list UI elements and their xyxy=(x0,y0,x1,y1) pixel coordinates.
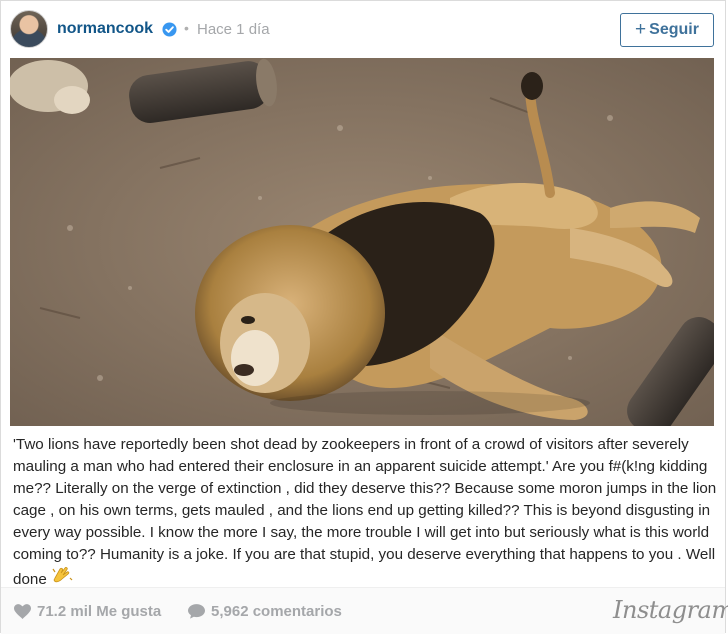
post-footer: 71.2 mil Me gusta 5,962 comentarios Inst… xyxy=(1,587,728,634)
verified-badge-icon xyxy=(162,22,177,37)
lion-photo xyxy=(10,58,714,426)
comments-text: 5,962 comentarios xyxy=(211,603,342,620)
follow-label: Seguir xyxy=(649,21,699,38)
post-photo[interactable] xyxy=(10,58,714,426)
heart-icon[interactable] xyxy=(14,604,31,619)
post-timestamp[interactable]: Hace 1 día xyxy=(197,21,270,38)
username-link[interactable]: normancook xyxy=(57,20,153,38)
follow-button[interactable]: + Seguir xyxy=(620,13,714,47)
comments-count[interactable]: 5,962 comentarios xyxy=(188,603,342,620)
caption-text: 'Two lions have reportedly been shot dea… xyxy=(13,436,717,588)
likes-text: 71.2 mil Me gusta xyxy=(37,603,162,620)
plus-icon: + xyxy=(635,18,647,40)
post-caption: 'Two lions have reportedly been shot dea… xyxy=(13,434,717,593)
separator-dot: • xyxy=(184,20,189,36)
user-avatar[interactable] xyxy=(10,10,48,48)
comment-bubble-icon[interactable] xyxy=(188,604,205,619)
post-header: normancook • Hace 1 día + Seguir xyxy=(1,1,725,57)
instagram-logo[interactable]: Instagram xyxy=(613,596,728,624)
likes-count[interactable]: 71.2 mil Me gusta xyxy=(14,603,161,620)
post-card: normancook • Hace 1 día + Seguir 'Two li… xyxy=(0,0,728,634)
